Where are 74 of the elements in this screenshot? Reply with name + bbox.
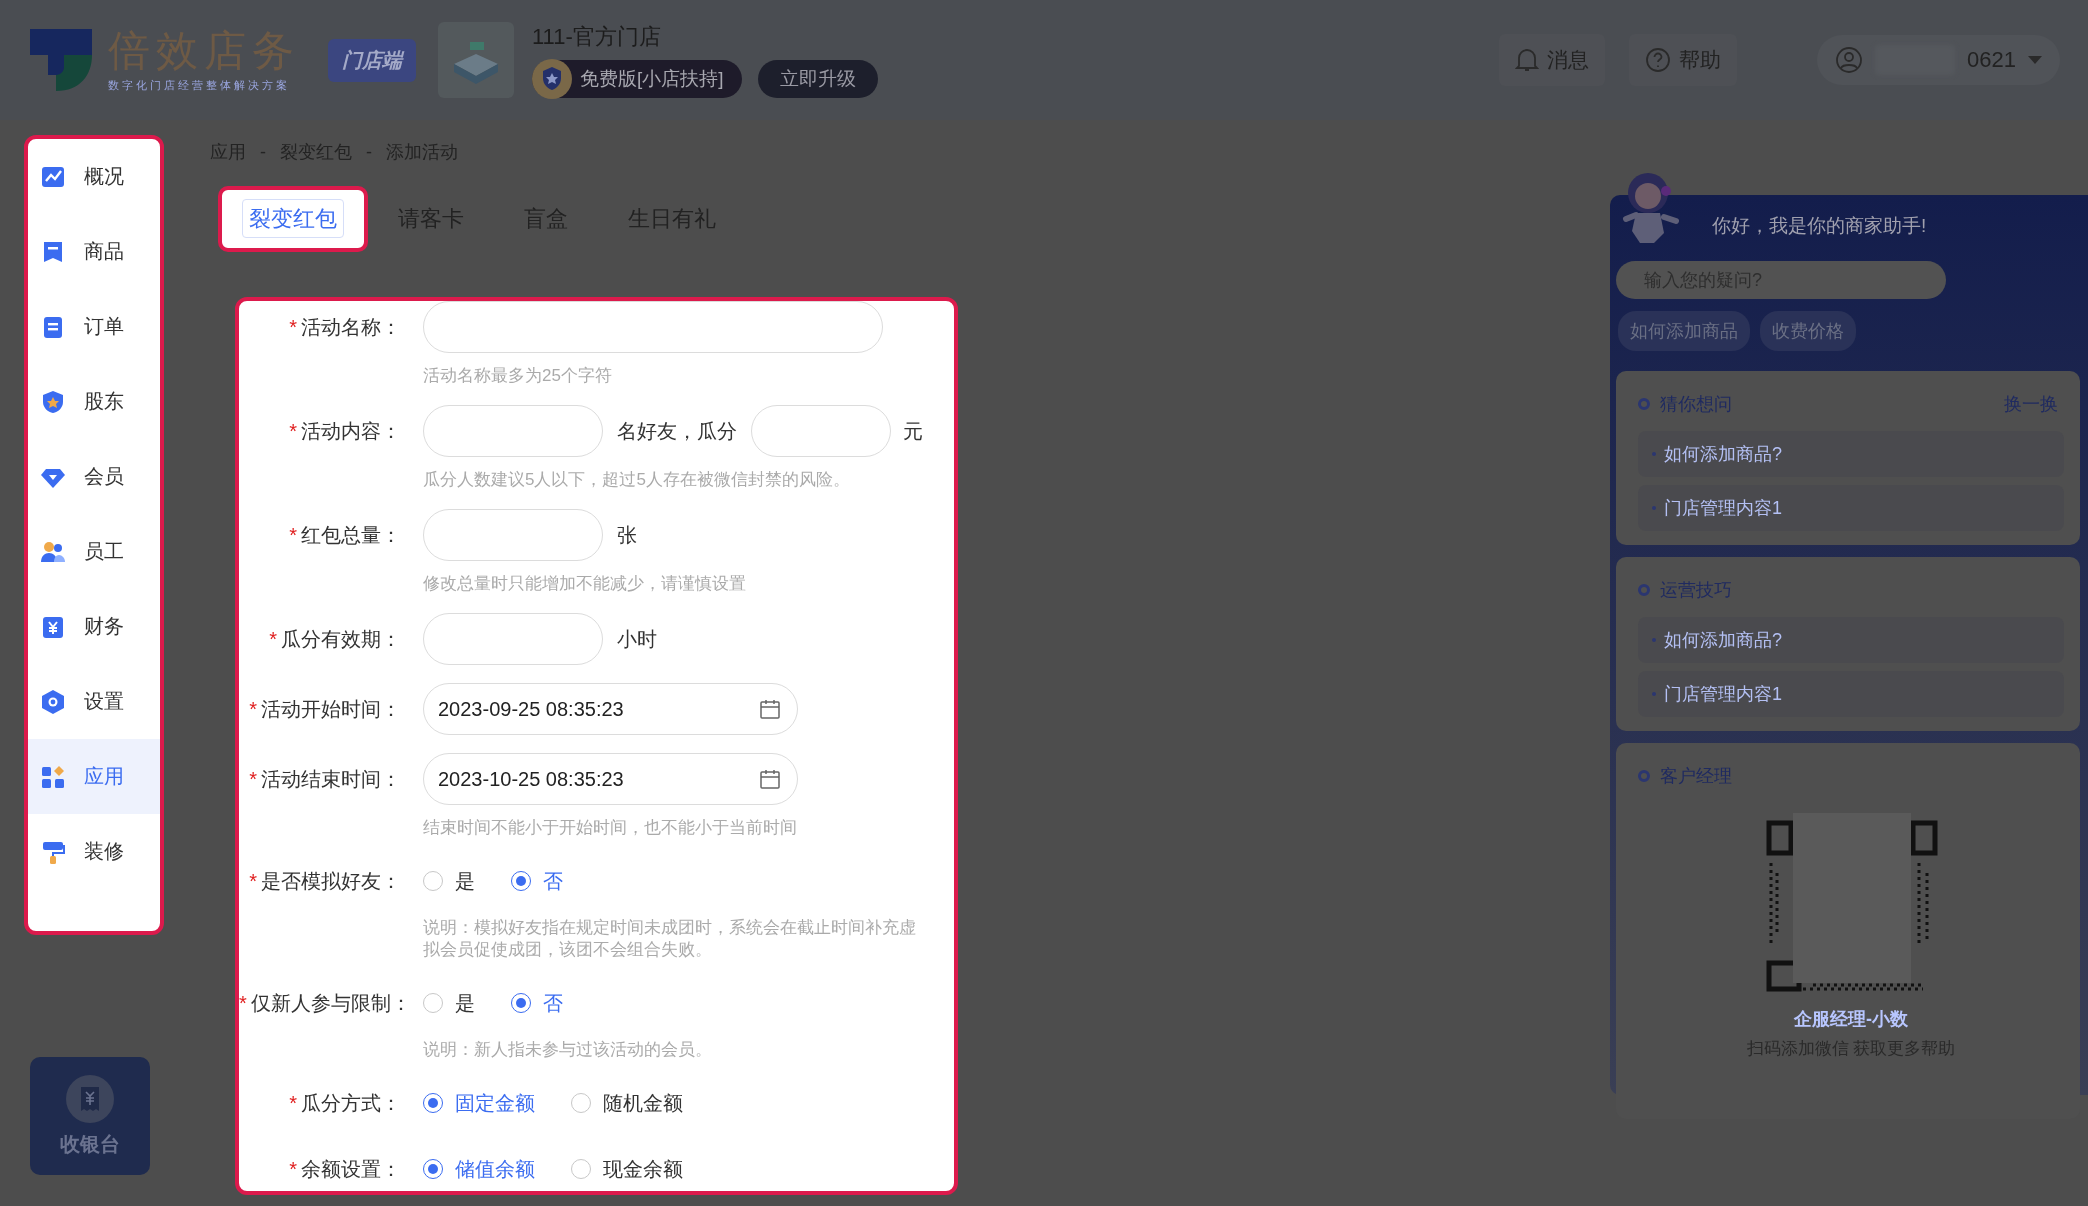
- field-label: * 活动名称：: [288, 314, 402, 340]
- sidebar-item[interactable]: 商品: [28, 214, 160, 289]
- sidebar-item[interactable]: 股东: [28, 364, 160, 439]
- suggestion-chip[interactable]: 如何添加商品: [1618, 311, 1750, 351]
- radio-option[interactable]: 否: [511, 867, 563, 895]
- suggestion-chip[interactable]: 收费价格: [1760, 311, 1856, 351]
- question-item[interactable]: 门店管理内容1: [1638, 485, 2064, 531]
- field-label: * 是否模拟好友：: [248, 868, 402, 894]
- gear-icon: [40, 688, 66, 715]
- question-item[interactable]: 如何添加商品?: [1638, 431, 2064, 477]
- cashier-button[interactable]: 收银台: [30, 1057, 150, 1175]
- ring-icon: [1638, 770, 1650, 782]
- unit-label: 小时: [617, 626, 657, 652]
- ring-icon: [1638, 584, 1650, 596]
- question-item[interactable]: 如何添加商品?: [1638, 617, 2064, 663]
- input-field[interactable]: [423, 405, 603, 457]
- radio-option[interactable]: 是: [423, 867, 475, 895]
- shield-icon: [532, 59, 572, 99]
- field-label: * 余额设置：: [288, 1156, 402, 1182]
- input-field[interactable]: [423, 613, 603, 665]
- sidebar-item[interactable]: 财务: [28, 589, 160, 664]
- upgrade-button[interactable]: 立即升级: [757, 60, 878, 98]
- question-item[interactable]: 门店管理内容1: [1638, 671, 2064, 717]
- field-label: * 瓜分方式：: [288, 1090, 402, 1116]
- role-badge: 门店端: [328, 38, 416, 82]
- input-field[interactable]: [423, 301, 883, 353]
- calendar-icon: [759, 698, 781, 720]
- radio-option[interactable]: 否: [511, 989, 563, 1017]
- plan-badge: 免费版[小店扶持]: [532, 60, 742, 98]
- radio-option[interactable]: 储值余额: [423, 1155, 535, 1183]
- ring-icon: [1638, 398, 1650, 410]
- user-icon: [1835, 46, 1864, 74]
- input-field[interactable]: [751, 405, 891, 457]
- field-label: * 活动内容：: [288, 418, 402, 444]
- radio-option[interactable]: 是: [423, 989, 475, 1017]
- bell-icon: [1515, 47, 1540, 73]
- field-text: 名好友，瓜分: [617, 418, 737, 444]
- manager-name: 企服经理-小数: [1793, 1008, 1909, 1031]
- logo-icon: [28, 27, 94, 93]
- hint-text: 说明：模拟好友指在规定时间未成团时，系统会在截止时间补充虚拟会员促使成团，该团不会组合失败。: [423, 917, 917, 961]
- greeting-text: 你好，我是你的商家助手!: [1712, 214, 1927, 237]
- shield-icon: [40, 388, 66, 415]
- field-label: * 仅新人参与限制：: [239, 990, 412, 1016]
- breadcrumb-separator: -: [366, 141, 372, 163]
- radio-option[interactable]: 固定金额: [423, 1089, 535, 1117]
- hint-text: 结束时间不能小于开始时间，也不能小于当前时间: [423, 817, 798, 839]
- field-label: * 活动结束时间：: [248, 766, 402, 792]
- sidebar-item[interactable]: 应用: [28, 739, 160, 814]
- sidebar-item[interactable]: 员工: [28, 514, 160, 589]
- hint-text: 修改总量时只能增加不能减少，请谨慎设置: [423, 573, 747, 595]
- sidebar-item[interactable]: 概况: [28, 139, 160, 214]
- sidebar-item[interactable]: 设置: [28, 664, 160, 739]
- caret-icon: [2028, 56, 2042, 64]
- unit-label: 张: [617, 522, 637, 548]
- field-label: * 活动开始时间：: [248, 696, 402, 722]
- brand-tagline: 数字化门店经营整体解决方案: [108, 77, 291, 93]
- unit-label: 元: [903, 418, 923, 444]
- sidebar-item[interactable]: 订单: [28, 289, 160, 364]
- tab[interactable]: 裂变红包: [218, 186, 368, 252]
- help-icon: [1645, 47, 1672, 73]
- hint-text: 活动名称最多为25个字符: [423, 365, 613, 387]
- hint-text: 瓜分人数建议5人以下，超过5人存在被微信封禁的风险。: [423, 469, 851, 491]
- field-label: * 红包总量：: [288, 522, 402, 548]
- radio-option[interactable]: 现金余额: [571, 1155, 683, 1183]
- receipt-icon: [66, 1074, 114, 1123]
- grid-icon: [40, 763, 66, 790]
- hint-text: 说明：新人指未参与过该活动的会员。: [423, 1039, 713, 1061]
- sidebar-item[interactable]: 装修: [28, 814, 160, 889]
- input-field[interactable]: [423, 509, 603, 561]
- radio-option[interactable]: 随机金额: [571, 1089, 683, 1117]
- breadcrumb-separator: -: [260, 141, 266, 163]
- field-label: * 瓜分有效期：: [268, 626, 402, 652]
- calendar-icon: [759, 768, 781, 790]
- sidebar-item[interactable]: 会员: [28, 439, 160, 514]
